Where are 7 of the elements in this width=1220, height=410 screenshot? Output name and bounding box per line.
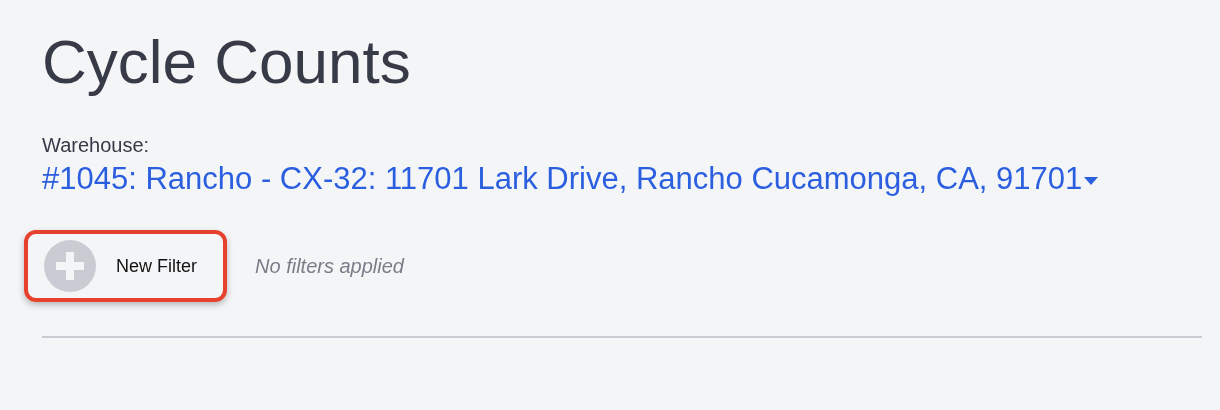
warehouse-label: Warehouse: xyxy=(42,133,150,158)
new-filter-button[interactable]: New Filter xyxy=(24,230,227,302)
page-title: Cycle Counts xyxy=(42,26,411,98)
warehouse-link[interactable]: #1045: Rancho - CX-32: 11701 Lark Drive, Rancho Cucamonga, CA, 91701 xyxy=(42,158,1192,200)
caret-icon xyxy=(1084,176,1099,185)
plus-icon xyxy=(44,240,96,292)
empty-filter-text: No filters applied xyxy=(255,254,404,279)
